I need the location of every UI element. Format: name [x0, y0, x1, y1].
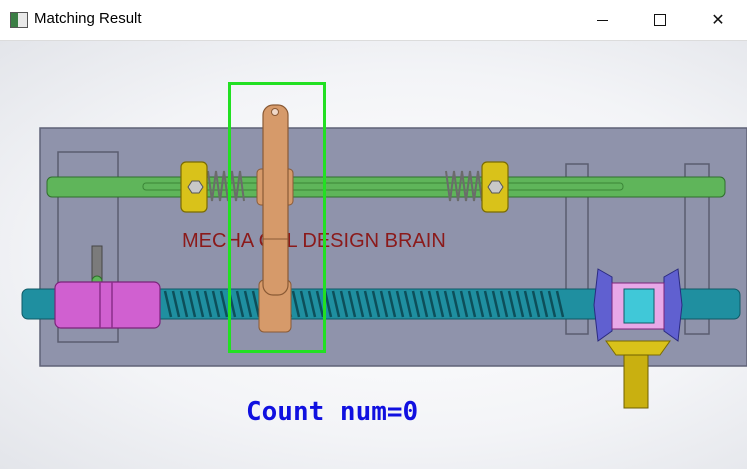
title-bar: Matching Result ✕ [0, 0, 747, 41]
watermark-text: MECHA CAL DESIGN BRAIN [182, 230, 446, 252]
right-collar-nut [487, 180, 504, 194]
minimize-button[interactable] [573, 0, 631, 40]
result-image: MECHA CAL DESIGN BRAIN Count num=0 [0, 41, 747, 469]
window-title: Matching Result [34, 10, 142, 27]
maximize-icon [654, 14, 666, 26]
output-bevel-gear [605, 340, 671, 356]
right-bevel-gear [663, 268, 683, 342]
left-collar-nut [187, 180, 204, 194]
close-icon: ✕ [711, 12, 725, 29]
minimize-icon [596, 19, 608, 21]
count-label: Count num=0 [246, 397, 419, 427]
link-pivot-hole [271, 108, 279, 116]
maximize-button[interactable] [631, 0, 689, 40]
coupler [54, 281, 161, 329]
connecting-link [262, 104, 289, 296]
close-button[interactable]: ✕ [689, 0, 747, 40]
app-window-icon [10, 12, 28, 28]
gear-pinion [623, 288, 655, 324]
output-shaft [623, 354, 649, 409]
left-bevel-gear [593, 268, 613, 342]
